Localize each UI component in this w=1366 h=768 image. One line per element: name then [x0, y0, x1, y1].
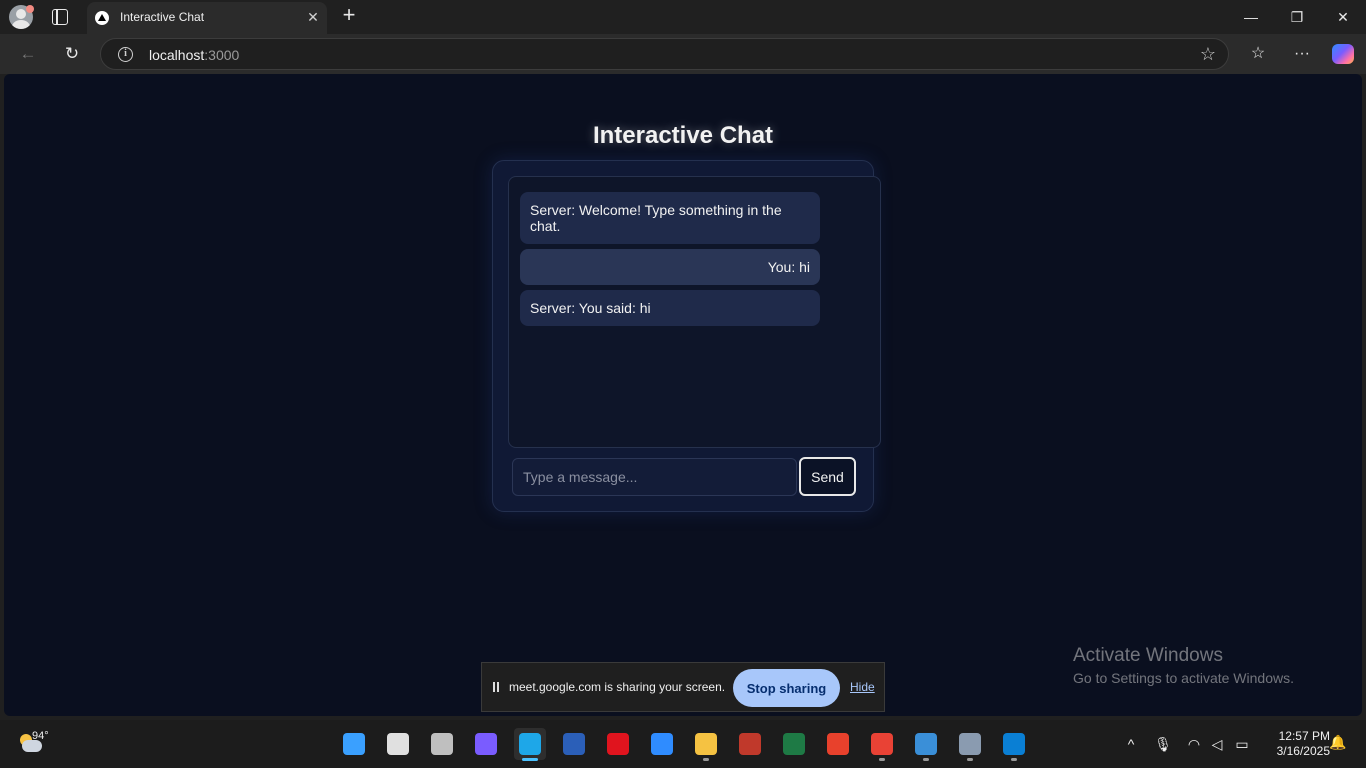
wps-office-icon [827, 733, 849, 755]
taskbar-opera-button[interactable] [602, 728, 634, 760]
running-indicator [923, 758, 929, 761]
new-tab-button[interactable]: + [337, 4, 361, 28]
microsoft-store-icon [651, 733, 673, 755]
send-button[interactable]: Send [799, 457, 856, 496]
system-clock[interactable]: 12:57 PM 3/16/2025 [1262, 729, 1330, 759]
taskbar-chrome-button[interactable] [866, 728, 898, 761]
favorites-icon[interactable]: ☆ [1246, 42, 1270, 66]
minimize-button[interactable]: — [1228, 0, 1274, 34]
site-info-icon[interactable]: i [118, 47, 133, 62]
close-window-button[interactable]: ✕ [1320, 0, 1366, 34]
back-icon[interactable]: ← [16, 42, 40, 66]
tab-close-icon[interactable]: ✕ [303, 7, 323, 27]
taskbar-copilot-button[interactable] [470, 728, 502, 760]
excel-icon [783, 733, 805, 755]
microphone-icon[interactable]: 🎙 [1153, 734, 1173, 754]
photo-app-icon [739, 733, 761, 755]
restore-button[interactable]: ❐ [1274, 0, 1320, 34]
task-view-icon [431, 733, 453, 755]
taskbar-word-button[interactable] [558, 728, 590, 760]
watermark-title: Activate Windows [1073, 645, 1223, 666]
profile-notification-dot [26, 5, 34, 13]
activation-watermark: Activate Windows Go to Settings to activ… [1073, 644, 1294, 688]
hide-link[interactable]: Hide [850, 680, 875, 694]
waves-app-icon [915, 733, 937, 755]
server-message: Server: You said: hi [520, 290, 820, 326]
message-composer: Send [512, 457, 857, 497]
more-icon[interactable]: ··· [1290, 42, 1314, 66]
url-text[interactable]: localhost:3000 [149, 47, 239, 63]
taskbar-search-button[interactable] [382, 728, 414, 760]
server-message: Server: Welcome! Type something in the c… [520, 192, 820, 244]
taskbar-camera-button[interactable] [954, 728, 986, 761]
page-viewport: Interactive Chat Server: Welcome! Type s… [4, 74, 1362, 716]
address-bar[interactable]: i localhost:3000 ☆ [100, 38, 1229, 70]
taskbar-photo-app-button[interactable] [734, 728, 766, 760]
opera-icon [607, 733, 629, 755]
volume-icon[interactable]: ◁ [1207, 734, 1227, 754]
word-icon [563, 733, 585, 755]
taskbar-vs-code-button[interactable] [998, 728, 1030, 761]
camera-icon [959, 733, 981, 755]
clock-time: 12:57 PM [1278, 729, 1330, 743]
taskbar-microsoft-store-button[interactable] [646, 728, 678, 760]
message-input[interactable] [512, 458, 797, 496]
weather-widget[interactable]: 94° [18, 730, 52, 758]
refresh-icon[interactable]: ↻ [60, 42, 84, 66]
vs-code-icon [1003, 733, 1025, 755]
pause-icon[interactable] [493, 682, 499, 692]
tab-title: Interactive Chat [120, 10, 205, 24]
browser-titlebar: Interactive Chat ✕ + — ❐ ✕ [0, 0, 1366, 34]
user-message: You: hi [520, 249, 820, 285]
edge-icon [519, 733, 541, 755]
taskbar-file-explorer-button[interactable] [690, 728, 722, 761]
message-list[interactable]: Server: Welcome! Type something in the c… [508, 176, 881, 448]
running-indicator [522, 758, 538, 761]
browser-toolbar: ← ↻ i localhost:3000 ☆ ☆ ··· [0, 34, 1366, 74]
tab-actions-icon[interactable] [52, 9, 68, 25]
taskbar-edge-button[interactable] [514, 728, 546, 761]
running-indicator [879, 758, 885, 761]
taskbar-wps-office-button[interactable] [822, 728, 854, 760]
weather-temperature: 94° [32, 730, 49, 742]
favorite-star-icon[interactable]: ☆ [1200, 44, 1216, 65]
taskbar-start-button[interactable] [338, 728, 370, 760]
running-indicator [967, 758, 973, 761]
running-indicator [703, 758, 709, 761]
wifi-icon[interactable]: ◠ [1184, 734, 1204, 754]
search-icon [387, 733, 409, 755]
start-icon [343, 733, 365, 755]
copilot-icon [475, 733, 497, 755]
copilot-icon[interactable] [1332, 44, 1354, 64]
running-indicator [1011, 758, 1017, 761]
stop-sharing-button[interactable]: Stop sharing [733, 669, 840, 707]
chevron-up-icon[interactable]: ^ [1121, 734, 1141, 754]
page-title: Interactive Chat [592, 122, 774, 149]
taskbar-waves-app-button[interactable] [910, 728, 942, 761]
notification-bell-icon[interactable]: 🔔 [1328, 734, 1348, 754]
battery-icon[interactable]: ▭ [1232, 734, 1252, 754]
chat-container: Server: Welcome! Type something in the c… [492, 160, 881, 512]
file-explorer-icon [695, 733, 717, 755]
screen-share-bar: meet.google.com is sharing your screen. … [481, 662, 885, 712]
chrome-icon [871, 733, 893, 755]
clock-date: 3/16/2025 [1276, 744, 1330, 758]
taskbar-excel-button[interactable] [778, 728, 810, 760]
site-favicon-icon [95, 11, 109, 25]
taskbar-task-view-button[interactable] [426, 728, 458, 760]
tab-interactive-chat[interactable]: Interactive Chat ✕ [87, 2, 327, 34]
watermark-subtitle: Go to Settings to activate Windows. [1073, 670, 1294, 686]
taskbar: 94° ^ 🎙 ◠ ◁ ▭ 12:57 PM 3/16/2025 🔔 [0, 720, 1366, 768]
share-status-text: meet.google.com is sharing your screen. [509, 680, 726, 694]
